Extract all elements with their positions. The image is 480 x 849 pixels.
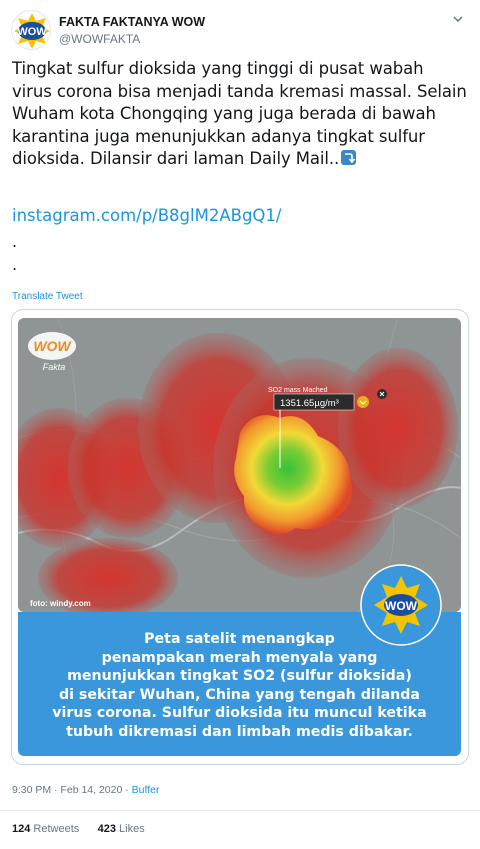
tweet-header: WOW FAKTA FAKTANYA WOW @WOWFAKTA: [11, 10, 469, 50]
retweets-stat[interactable]: 124 Retweets: [12, 823, 79, 835]
translate-tweet-link[interactable]: Translate Tweet: [12, 291, 83, 302]
avatar[interactable]: WOW: [11, 10, 51, 50]
svg-text:WOW: WOW: [17, 26, 47, 38]
svg-text:WOW: WOW: [385, 599, 418, 613]
caption-inner: Peta satelit menangkap penampakan merah …: [32, 620, 447, 746]
caption-text: Peta satelit menangkap penampakan merah …: [52, 631, 427, 740]
svg-text:Fakta: Fakta: [43, 362, 66, 372]
tooltip-label: SO2 mass Mached: [268, 387, 328, 394]
tweet-media[interactable]: SO2 mass Mached 1351.65µg/m³ WOW Fakta f…: [11, 309, 469, 765]
timestamp-text[interactable]: 9:30 PM · Feb 14, 2020 ·: [12, 784, 132, 796]
wow-logo-icon: WOW: [14, 13, 50, 49]
tweet-body: Tingkat sulfur dioksida yang tinggi di p…: [12, 59, 467, 168]
caption-panel: WOW Peta satelit menangkap penampakan me…: [18, 564, 461, 756]
arrow-down-icon: [341, 150, 357, 165]
tweet-text: Tingkat sulfur dioksida yang tinggi di p…: [12, 58, 467, 171]
account-handle[interactable]: @WOWFAKTA: [59, 32, 140, 46]
instagram-link[interactable]: instagram.com/p/B8glM2ABgQ1/: [12, 206, 281, 225]
likes-stat[interactable]: 423 Likes: [98, 823, 145, 835]
tweet-stats: 124 Retweets 423 Likes: [12, 823, 145, 835]
tooltip-expand-icon: [357, 396, 369, 408]
chevron-down-icon[interactable]: [451, 12, 465, 26]
dot-line-1: .: [12, 232, 18, 251]
dot-line-2: .: [12, 255, 18, 274]
tooltip-value: 1351.65µg/m³: [280, 398, 339, 409]
photo-credit: foto: windy.com: [30, 599, 91, 608]
svg-text:WOW: WOW: [33, 338, 72, 354]
tweet-timestamp: 9:30 PM · Feb 14, 2020 · Buffer: [12, 784, 159, 796]
account-name[interactable]: FAKTA FAKTANYA WOW: [59, 15, 205, 29]
source-link[interactable]: Buffer: [132, 784, 160, 796]
divider: [0, 810, 480, 811]
